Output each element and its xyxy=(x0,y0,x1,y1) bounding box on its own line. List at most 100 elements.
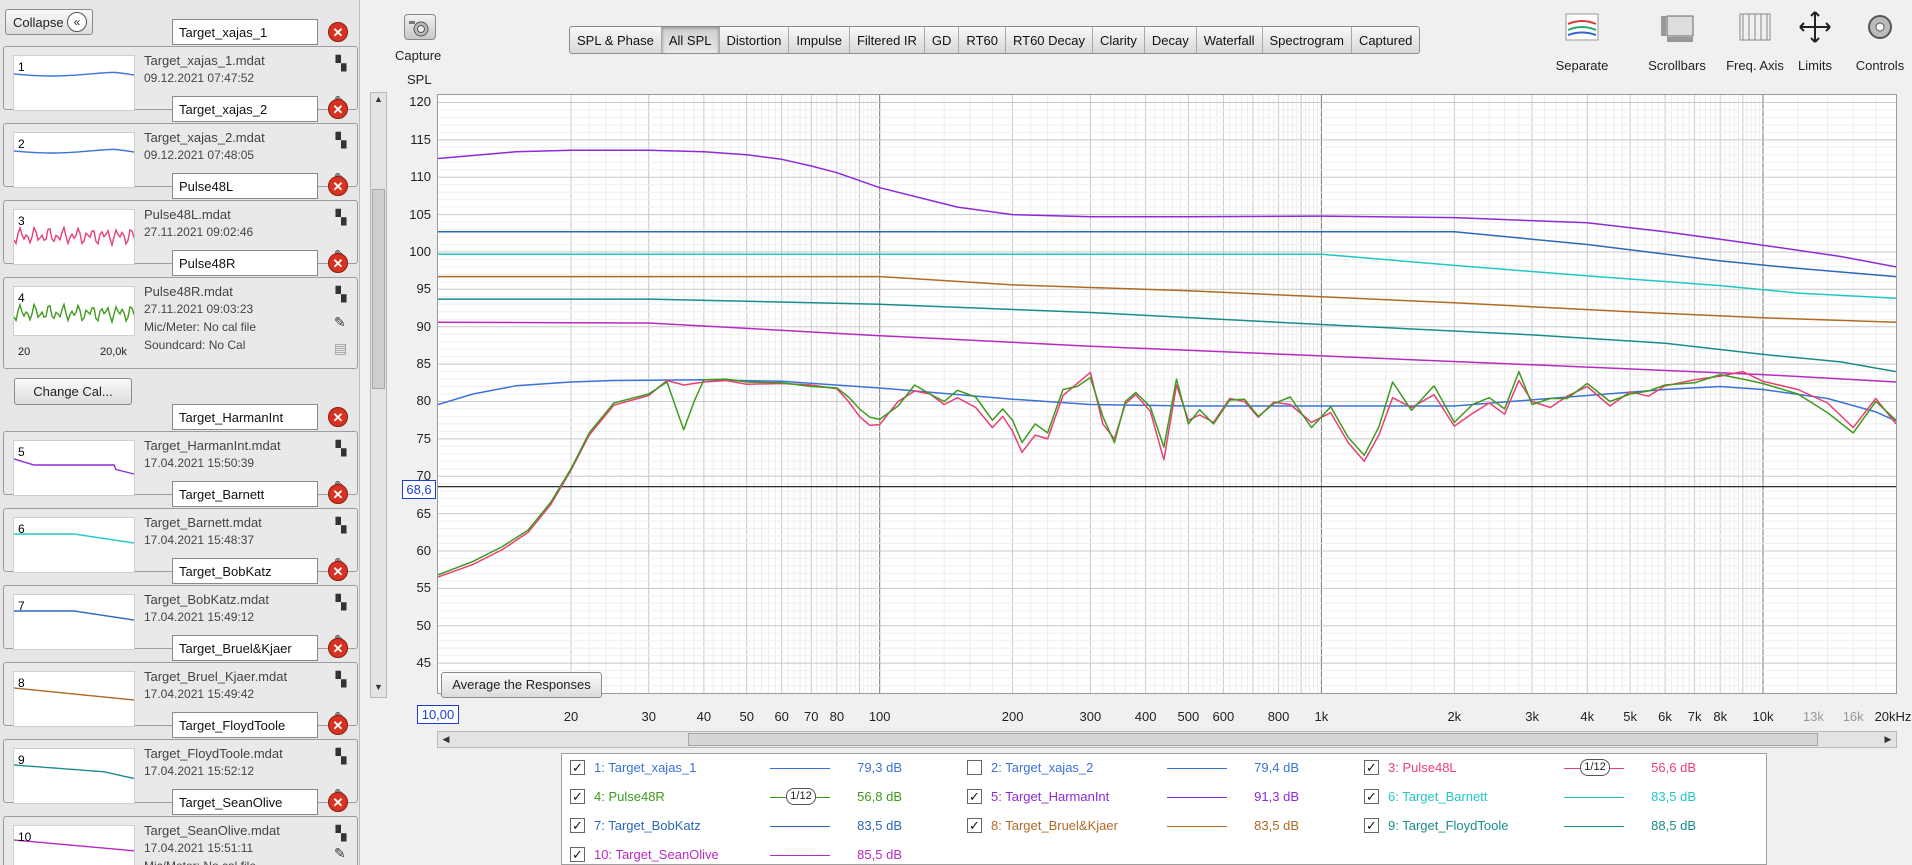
y-tick-label: 95 xyxy=(416,281,431,297)
delete-measurement-icon[interactable]: ✕ xyxy=(328,792,348,812)
pen-icon[interactable]: ✎ xyxy=(334,314,350,330)
measurement-card[interactable]: 10 Target_SeanOlive.mdat 17.04.2021 15:51:… xyxy=(3,816,358,865)
measurement-name-field[interactable]: Target_HarmanInt xyxy=(172,404,318,430)
save-icon[interactable]: ▚ xyxy=(331,671,351,689)
measurement-name-field[interactable]: Target_BobKatz xyxy=(172,558,318,584)
delete-measurement-icon[interactable]: ✕ xyxy=(328,22,348,42)
legend-entry[interactable]: ✓ 3: Pulse48L 1/12 56,6 dB xyxy=(1364,758,1744,778)
legend-checkbox[interactable]: ✓ xyxy=(967,818,982,833)
legend-entry[interactable]: ✓ 10: Target_SeanOlive 85,5 dB xyxy=(570,845,950,865)
legend-checkbox[interactable]: ✓ xyxy=(570,818,585,833)
measurement-name-field[interactable]: Target_xajas_1 xyxy=(172,19,318,45)
delete-measurement-icon[interactable]: ✕ xyxy=(328,176,348,196)
save-icon[interactable]: ▚ xyxy=(331,132,351,150)
legend-entry[interactable]: ✓ 6: Target_Barnett 83,5 dB xyxy=(1364,787,1744,807)
legend-checkbox[interactable]: ✓ xyxy=(570,847,585,862)
graph-scroll-thumb[interactable] xyxy=(688,733,1818,746)
delete-measurement-icon[interactable]: ✕ xyxy=(328,638,348,658)
scroll-right-icon[interactable]: ▶ xyxy=(1881,732,1895,747)
tab-rt60[interactable]: RT60 xyxy=(959,27,1006,53)
pen-icon[interactable]: ✎ xyxy=(334,845,350,861)
smoothing-badge[interactable]: 1/12 xyxy=(786,788,816,805)
controls-button[interactable]: Controls xyxy=(1850,10,1910,73)
legend-entry[interactable]: ✓ 5: Target_HarmanInt 91,3 dB xyxy=(967,787,1347,807)
tab-all-spl[interactable]: All SPL xyxy=(661,27,720,53)
measurement-thumbnail: 4 xyxy=(13,286,135,336)
separate-button[interactable]: Separate xyxy=(1552,10,1612,73)
measurement-name-field[interactable]: Pulse48R xyxy=(172,250,318,276)
scroll-down-icon[interactable]: ▼ xyxy=(372,682,385,696)
legend-entry[interactable]: ✓ 1: Target_xajas_1 79,3 dB xyxy=(570,758,950,778)
tab-clarity[interactable]: Clarity xyxy=(1093,27,1145,53)
delete-measurement-icon[interactable]: ✕ xyxy=(328,253,348,273)
change-cal-button[interactable]: Change Cal... xyxy=(14,378,132,405)
measurement-name-field[interactable]: Pulse48L xyxy=(172,173,318,199)
save-icon[interactable]: ▚ xyxy=(331,748,351,766)
capture-button[interactable]: Capture xyxy=(395,48,441,63)
save-icon[interactable]: ▚ xyxy=(331,55,351,73)
y-tick-label: 55 xyxy=(416,580,431,596)
measurement-number: 6 xyxy=(18,522,25,536)
tab-captured[interactable]: Captured xyxy=(1352,27,1419,53)
measurement-card[interactable]: 4 20 20,0k Pulse48R.mdat 27.11.2021 09:03:23… xyxy=(3,277,358,369)
save-icon[interactable]: ▚ xyxy=(331,594,351,612)
tab-spl-phase[interactable]: SPL & Phase xyxy=(570,27,662,53)
x-tick-label: 4k xyxy=(1580,709,1595,724)
spl-graph[interactable] xyxy=(437,94,1897,694)
limits-button[interactable]: Limits xyxy=(1790,10,1840,73)
delete-measurement-icon[interactable]: ✕ xyxy=(328,561,348,581)
tab-spectrogram[interactable]: Spectrogram xyxy=(1263,27,1352,53)
tab-decay[interactable]: Decay xyxy=(1145,27,1197,53)
thumbnail-trace xyxy=(14,225,134,248)
legend-checkbox[interactable]: ✓ xyxy=(1364,818,1379,833)
tab-waterfall[interactable]: Waterfall xyxy=(1197,27,1263,53)
scroll-left-icon[interactable]: ◀ xyxy=(439,732,453,747)
measurement-number: 2 xyxy=(18,137,25,151)
measurement-filename: Target_Bruel_Kjaer.mdat xyxy=(144,669,288,684)
graph-scrollbar[interactable]: ◀ ▶ xyxy=(437,731,1897,748)
scrollbars-button[interactable]: Scrollbars xyxy=(1642,10,1712,73)
legend-entry[interactable]: ✓ 4: Pulse48R 1/12 56,8 dB xyxy=(570,787,950,807)
delete-measurement-icon[interactable]: ✕ xyxy=(328,715,348,735)
smoothing-badge[interactable]: 1/12 xyxy=(1580,759,1610,776)
panel-scrollbar[interactable]: ▲ ▼ xyxy=(370,92,387,698)
thumbnail-trace xyxy=(14,71,134,77)
measurement-name-field[interactable]: Target_Bruel&Kjaer xyxy=(172,635,318,661)
delete-measurement-icon[interactable]: ✕ xyxy=(328,407,348,427)
legend-checkbox[interactable]: ✓ xyxy=(570,789,585,804)
camera-icon[interactable] xyxy=(404,14,436,40)
average-responses-button[interactable]: Average the Responses xyxy=(441,672,602,698)
measurement-name-field[interactable]: Target_Barnett xyxy=(172,481,318,507)
legend-entry[interactable]: ✓ 8: Target_Bruel&Kjaer 83,5 dB xyxy=(967,816,1347,836)
freq-axis-button[interactable]: Freq. Axis xyxy=(1720,10,1790,73)
legend-checkbox[interactable] xyxy=(967,760,982,775)
save-icon[interactable]: ▚ xyxy=(331,286,351,304)
measurement-name-field[interactable]: Target_FloydToole xyxy=(172,712,318,738)
measurement-name-field[interactable]: Target_xajas_2 xyxy=(172,96,318,122)
legend-entry[interactable]: ✓ 9: Target_FloydToole 88,5 dB xyxy=(1364,816,1744,836)
tab-impulse[interactable]: Impulse xyxy=(789,27,850,53)
legend-entry[interactable]: ✓ 7: Target_BobKatz 83,5 dB xyxy=(570,816,950,836)
legend-entry[interactable]: 2: Target_xajas_2 79,4 dB xyxy=(967,758,1347,778)
tab-gd[interactable]: GD xyxy=(925,27,960,53)
delete-measurement-icon[interactable]: ✕ xyxy=(328,484,348,504)
panel-scroll-thumb[interactable] xyxy=(372,189,385,389)
legend-checkbox[interactable]: ✓ xyxy=(1364,760,1379,775)
legend-checkbox[interactable]: ✓ xyxy=(967,789,982,804)
document-icon[interactable]: ▤ xyxy=(334,340,350,356)
legend-checkbox[interactable]: ✓ xyxy=(1364,789,1379,804)
save-icon[interactable]: ▚ xyxy=(331,825,351,843)
plot-area[interactable] xyxy=(437,95,1897,693)
tab-filtered-ir[interactable]: Filtered IR xyxy=(850,27,925,53)
legend-checkbox[interactable]: ✓ xyxy=(570,760,585,775)
y-tick-label: 115 xyxy=(410,131,431,147)
tab-rt60-decay[interactable]: RT60 Decay xyxy=(1006,27,1093,53)
save-icon[interactable]: ▚ xyxy=(331,209,351,227)
measurement-name-field[interactable]: Target_SeanOlive xyxy=(172,789,318,815)
delete-measurement-icon[interactable]: ✕ xyxy=(328,99,348,119)
tab-distortion[interactable]: Distortion xyxy=(720,27,790,53)
scroll-up-icon[interactable]: ▲ xyxy=(372,94,385,108)
save-icon[interactable]: ▚ xyxy=(331,517,351,535)
x-tick-label: 400 xyxy=(1134,709,1157,724)
save-icon[interactable]: ▚ xyxy=(331,440,351,458)
